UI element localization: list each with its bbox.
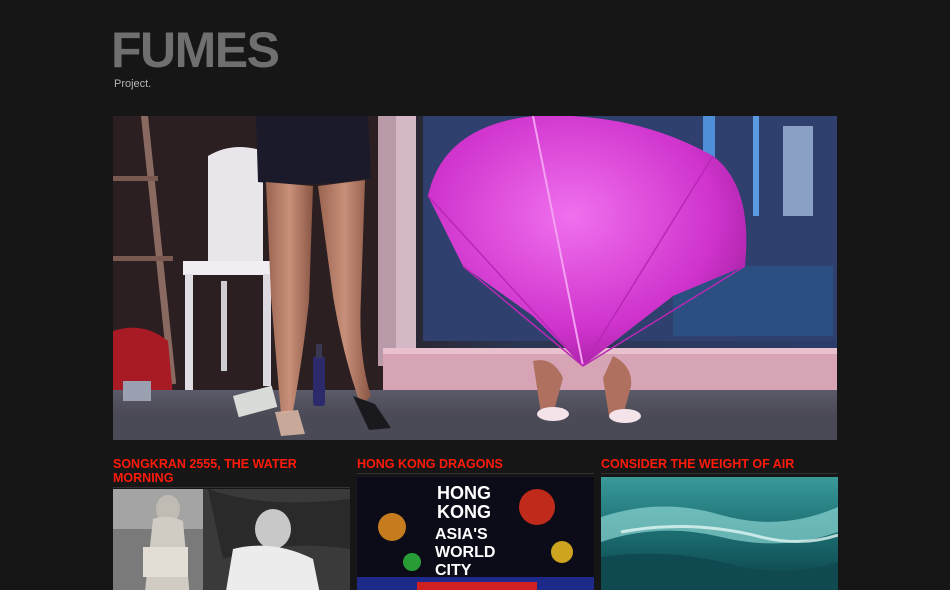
site-tagline: Project. [114,78,152,90]
post-thumbnail-hong-kong-dragons[interactable]: HONG KONG ASIA'S WORLD CITY [357,477,594,590]
sign-kong: KONG [437,502,491,522]
post-title-songkran[interactable]: SONGKRAN 2555, THE WATER MORNING [113,456,350,485]
page: FUMES Project. SONGKRAN 2555, THE WATER … [0,0,950,590]
weight-of-air-image [601,477,838,590]
sign-asias: ASIA'S [435,526,488,543]
post-card-songkran: SONGKRAN 2555, THE WATER MORNING [113,456,350,590]
sign-world: WORLD [435,544,495,561]
post-card-weight-of-air: CONSIDER THE WEIGHT OF AIR [601,456,838,590]
sign-city: CITY [435,562,472,579]
hero-photo[interactable] [113,116,837,440]
post-thumbnail-weight-of-air[interactable] [601,477,838,590]
site-logo[interactable]: FUMES [111,22,280,78]
hero-illustration [113,116,837,440]
post-divider [357,473,594,474]
hong-kong-dragons-image: HONG KONG ASIA'S WORLD CITY [357,477,594,590]
post-divider [601,473,838,474]
post-thumbnail-songkran[interactable] [113,489,350,590]
post-divider [113,487,350,488]
songkran-image [113,489,350,590]
sign-hong: HONG [437,483,491,503]
post-card-hong-kong-dragons: HONG KONG DRAGONS HONG KONG ASIA'S WORLD… [357,456,594,590]
